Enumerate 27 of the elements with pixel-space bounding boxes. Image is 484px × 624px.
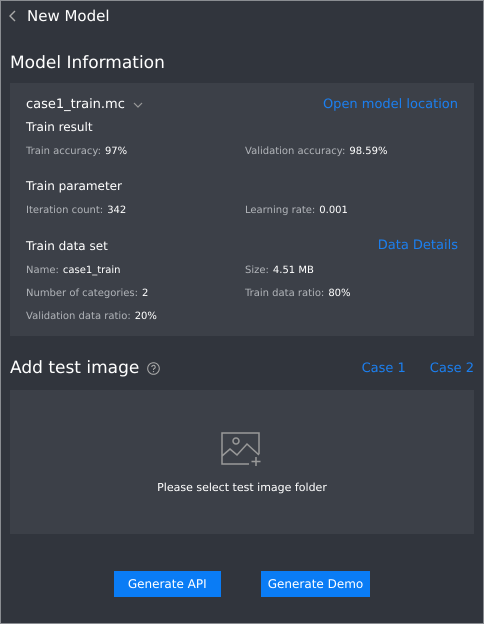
info-field: Name: case1_train [26, 265, 245, 276]
section-heading: Model Information [10, 53, 165, 73]
case-link[interactable]: Case 2 [430, 360, 474, 376]
info-field: Validation accuracy: 98.59% [245, 146, 458, 157]
drop-hint: Please select test image folder [157, 480, 327, 494]
info-field: Train accuracy: 97% [26, 146, 245, 157]
generate-button[interactable]: Generate Demo [260, 571, 370, 597]
help-icon[interactable] [147, 362, 160, 374]
group-title: Train data set [26, 238, 108, 252]
back-button[interactable] [9, 10, 17, 22]
data-details-link[interactable]: Data Details [378, 238, 458, 253]
image-drop-area[interactable]: Please select test image folder [10, 390, 474, 534]
info-field: Train data ratio: 80% [245, 288, 458, 299]
case-link[interactable]: Case 1 [362, 360, 406, 376]
generate-button[interactable]: Generate API [114, 571, 221, 597]
page-title: New Model [27, 7, 110, 25]
info-field: Size: 4.51 MB [245, 265, 458, 276]
caret-icon [132, 102, 143, 108]
info-field: Learning rate: 0.001 [245, 205, 458, 216]
info-field: Validation data ratio: 20% [26, 311, 245, 322]
group-title: Train parameter [26, 179, 122, 193]
open-location-link[interactable]: Open model location [322, 97, 458, 112]
model-file-dropdown[interactable]: case1_train.mc [26, 97, 143, 112]
section-heading: Add test image [10, 358, 140, 378]
info-field: Iteration count: 342 [26, 205, 245, 216]
group-title: Train result [26, 120, 93, 134]
info-field: Number of categories: 2 [26, 288, 245, 299]
